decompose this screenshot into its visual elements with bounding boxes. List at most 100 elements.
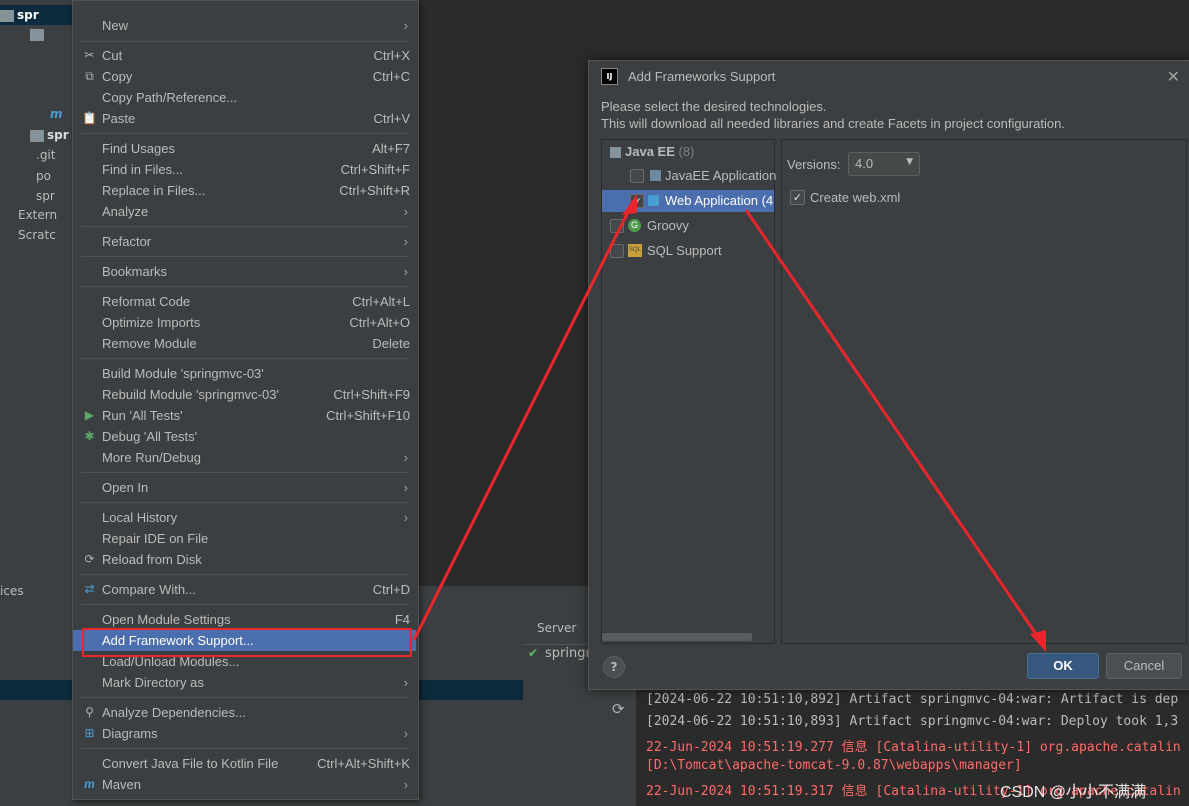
tech-item-label: Web Application (4 — [665, 193, 774, 208]
menu-item-analyze[interactable]: Analyze › — [73, 201, 416, 222]
tree-row[interactable]: Scratc — [18, 225, 56, 245]
log-line: [2024-06-22 10:51:10,892] Artifact sprin… — [646, 692, 1179, 707]
options-panel: Versions: 4.0 ▼ ✓ Create web.xml — [781, 139, 1187, 644]
menu-item-build-module[interactable]: Build Module 'springmvc-03' — [73, 363, 416, 384]
menu-item-optimize-imports[interactable]: Optimize Imports Ctrl+Alt+O — [73, 312, 416, 333]
cancel-button[interactable]: Cancel — [1106, 653, 1182, 679]
reload-icon: ⟳ — [84, 552, 95, 566]
menu-item-label: Maven — [102, 777, 142, 792]
javaee-app-icon — [650, 170, 661, 181]
menu-item-label: Open Module Settings — [102, 612, 231, 627]
create-webxml-checkbox[interactable]: ✓ — [790, 190, 805, 205]
menu-item-label: Copy — [102, 69, 133, 84]
menu-item-paste[interactable]: 📋 Paste Ctrl+V — [73, 108, 416, 129]
menu-item-replace-in-files[interactable]: Replace in Files... Ctrl+Shift+R — [73, 180, 416, 201]
menu-item-debug-all-tests[interactable]: ✱ Debug 'All Tests' — [73, 426, 416, 447]
server-item[interactable]: springn — [545, 646, 594, 661]
menu-item-more-run-debug[interactable]: More Run/Debug › — [73, 447, 416, 468]
menu-item-mark-directory-as[interactable]: Mark Directory as › — [73, 672, 416, 693]
menu-item-find-usages[interactable]: Find Usages Alt+F7 — [73, 138, 416, 159]
menu-item-cut[interactable]: ✂ Cut Ctrl+X — [73, 45, 416, 66]
menu-item-maven[interactable]: m Maven › — [73, 774, 416, 795]
menu-item-label: Build Module 'springmvc-03' — [102, 366, 264, 381]
tree-row[interactable]: .git — [36, 145, 55, 165]
chevron-right-icon: › — [403, 234, 408, 249]
menu-item-label: More Run/Debug — [102, 450, 201, 465]
menu-item-open-module-settings[interactable]: Open Module Settings F4 — [73, 609, 416, 630]
version-select[interactable]: 4.0 ▼ — [848, 152, 920, 176]
tree-row[interactable]: po — [36, 166, 51, 186]
tree-row[interactable]: Extern — [18, 205, 57, 225]
menu-separator — [81, 256, 408, 257]
menu-item-refactor[interactable]: Refactor › — [73, 231, 416, 252]
menu-item-run-all-tests[interactable]: ▶ Run 'All Tests' Ctrl+Shift+F10 — [73, 405, 416, 426]
menu-item-remove-module[interactable]: Remove Module Delete — [73, 333, 416, 354]
checkbox[interactable] — [630, 169, 644, 183]
menu-item-reload-from-disk[interactable]: ⟳ Reload from Disk — [73, 549, 416, 570]
chevron-right-icon: › — [403, 264, 408, 279]
checkbox[interactable] — [610, 244, 624, 258]
menu-item-compare-with[interactable]: ⇄ Compare With... Ctrl+D — [73, 579, 416, 600]
menu-item-label: Diagrams — [102, 726, 158, 741]
menu-item-open-in[interactable]: Open In › — [73, 477, 416, 498]
checkbox[interactable] — [610, 219, 624, 233]
menu-item-label: Find in Files... — [102, 162, 183, 177]
menu-separator — [81, 697, 408, 698]
menu-item-bookmarks[interactable]: Bookmarks › — [73, 261, 416, 282]
menu-shortcut: Ctrl+Shift+F10 — [326, 408, 410, 423]
technology-list[interactable]: Java EE (8) JavaEE Application Web Appli… — [601, 139, 777, 644]
menu-item-new[interactable]: New › — [73, 15, 416, 36]
menu-item-convert-to-kotlin[interactable]: Convert Java File to Kotlin File Ctrl+Alt… — [73, 753, 416, 774]
project-tree[interactable]: spr m spr .git po spr Extern Scratc — [0, 0, 80, 586]
ok-button[interactable]: OK — [1027, 653, 1099, 679]
menu-item-label: Remove Module — [102, 336, 197, 351]
menu-item-copy[interactable]: ⧉ Copy Ctrl+C — [73, 66, 416, 87]
tree-row[interactable] — [30, 24, 47, 44]
close-icon[interactable]: ✕ — [1167, 67, 1180, 86]
checkbox[interactable] — [630, 191, 644, 213]
copy-icon: ⧉ — [85, 69, 94, 83]
tree-row-label: spr — [47, 128, 69, 142]
tech-group-java-ee[interactable]: Java EE (8) — [610, 141, 694, 163]
diagram-icon: ⊞ — [84, 726, 95, 740]
tech-item-web-application[interactable]: Web Application (4 — [602, 190, 774, 213]
menu-item-rebuild-module[interactable]: Rebuild Module 'springmvc-03' Ctrl+Shift+… — [73, 384, 416, 405]
tree-row[interactable]: spr — [36, 186, 55, 206]
menu-shortcut: Ctrl+Shift+F9 — [333, 387, 410, 402]
menu-item-copy-path[interactable]: Copy Path/Reference... — [73, 87, 416, 108]
menu-separator — [81, 358, 408, 359]
refresh-icon[interactable]: ⟳ — [612, 700, 625, 718]
menu-separator — [81, 574, 408, 575]
log-line: 22-Jun-2024 10:51:19.277 信息 [Catalina-ut… — [646, 740, 1181, 755]
menu-item-reformat-code[interactable]: Reformat Code Ctrl+Alt+L — [73, 291, 416, 312]
menu-item-diagrams[interactable]: ⊞ Diagrams › — [73, 723, 416, 744]
horizontal-scrollbar[interactable] — [602, 633, 752, 641]
tree-row-label: .git — [36, 148, 56, 162]
tech-group-count: (8) — [678, 144, 695, 159]
tech-item-label: JavaEE Application — [665, 168, 777, 183]
menu-item-repair-ide[interactable]: Repair IDE on File — [73, 528, 416, 549]
menu-shortcut: Ctrl+Alt+O — [349, 315, 410, 330]
tree-row[interactable]: spr — [0, 5, 80, 25]
chevron-right-icon: › — [403, 18, 408, 33]
server-tab[interactable]: Server — [524, 614, 588, 645]
menu-item-find-in-files[interactable]: Find in Files... Ctrl+Shift+F — [73, 159, 416, 180]
chevron-right-icon: › — [403, 510, 408, 525]
maven-icon: m — [50, 107, 63, 121]
menu-item-analyze-dependencies[interactable]: ⚲ Analyze Dependencies... — [73, 702, 416, 723]
tree-row[interactable]: spr — [30, 125, 69, 145]
folder-icon — [30, 129, 44, 142]
paste-icon: 📋 — [82, 111, 97, 125]
menu-item-local-history[interactable]: Local History › — [73, 507, 416, 528]
menu-shortcut: Delete — [372, 336, 410, 351]
groovy-icon: G — [628, 219, 641, 232]
menu-item-label: Repair IDE on File — [102, 531, 209, 546]
menu-item-label: Reformat Code — [102, 294, 191, 309]
maven-icon: m — [84, 777, 95, 791]
tree-row[interactable]: m — [50, 104, 63, 124]
context-menu: New › ✂ Cut Ctrl+X ⧉ Copy Ctrl+C Copy Path/Re… — [72, 0, 419, 800]
menu-shortcut: Ctrl+C — [372, 69, 410, 84]
help-button[interactable]: ? — [603, 656, 625, 678]
debug-icon: ✱ — [84, 429, 95, 443]
highlight-box — [82, 628, 412, 657]
